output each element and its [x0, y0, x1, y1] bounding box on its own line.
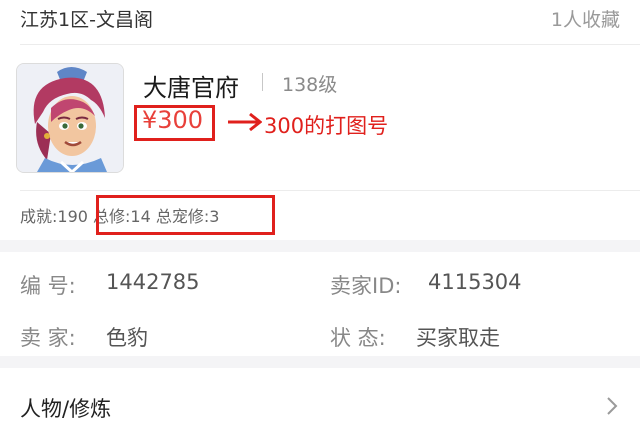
annotation-note: 300的打图号 [264, 114, 389, 138]
character-level: 138级 [282, 74, 338, 96]
divider [20, 190, 640, 191]
serial-label: 编 号: [20, 274, 76, 298]
arrow-right-icon [228, 112, 262, 132]
server-name: 江苏1区-文昌阁 [20, 9, 153, 31]
character-portrait-icon [17, 64, 123, 172]
status-label: 状 态: [330, 326, 386, 350]
seller-label: 卖 家: [20, 326, 76, 350]
serial-value: 1442785 [106, 270, 200, 294]
status-value: 买家取走 [416, 326, 500, 350]
character-class: 大唐官府 [143, 74, 239, 102]
stats-highlight-box [96, 195, 275, 235]
chevron-right-icon[interactable] [602, 394, 622, 418]
favorite-count[interactable]: 1人收藏 [551, 5, 620, 32]
seller-id-value: 4115304 [428, 270, 522, 294]
section-gap [0, 356, 640, 368]
seller-id-label: 卖家ID: [330, 274, 402, 298]
price-highlight-box [134, 105, 215, 141]
section-character-cultivation[interactable]: 人物/修炼 [20, 393, 111, 423]
separator [262, 73, 263, 91]
divider [20, 44, 640, 45]
section-gap [0, 240, 640, 252]
character-avatar[interactable] [16, 63, 124, 173]
seller-value: 色豹 [106, 326, 148, 350]
